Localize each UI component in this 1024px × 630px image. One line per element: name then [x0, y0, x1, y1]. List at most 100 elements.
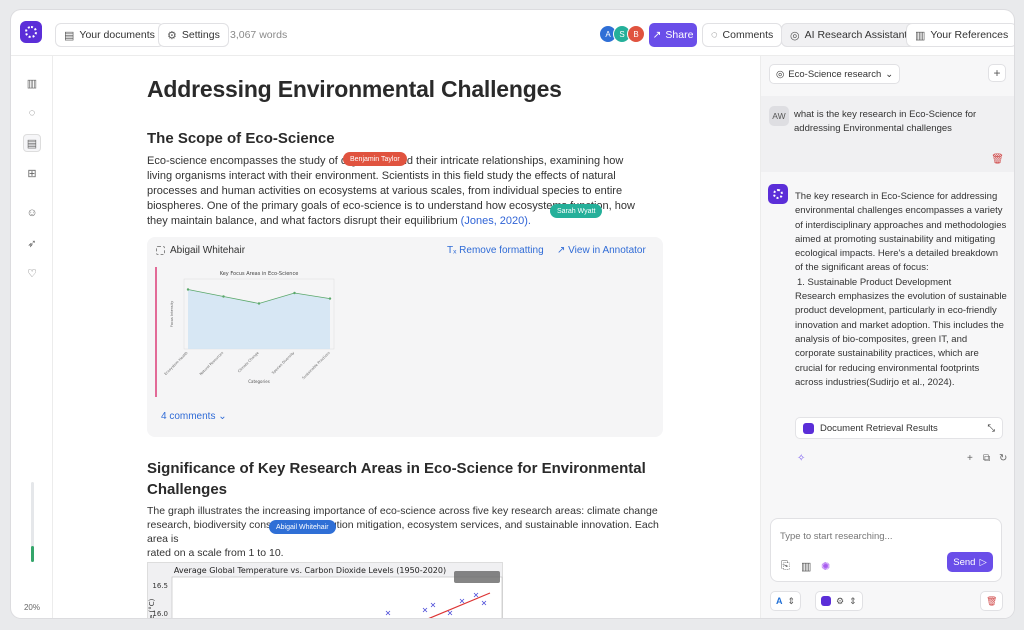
- rocket-icon[interactable]: ➶: [23, 234, 41, 252]
- citation-link[interactable]: (Jones, 2020).: [461, 215, 531, 227]
- x-tick-label: Natural Resources: [199, 351, 225, 377]
- retrieval-icon: [803, 422, 814, 434]
- collection-select[interactable]: ◎ Eco-Science research ⌄: [769, 64, 901, 84]
- copy-icon[interactable]: ⧉: [983, 453, 990, 464]
- library-icon[interactable]: ▥: [801, 560, 811, 573]
- progress-bar: [31, 482, 34, 562]
- ai-research-assistant-button[interactable]: ◎ AI Research Assistant: [781, 23, 917, 47]
- temperature-co2-plot: Average Global Temperature vs. Carbon Di…: [148, 566, 503, 618]
- avatar[interactable]: B: [627, 25, 645, 43]
- chart-title: Key Focus Areas in Eco-Science: [220, 271, 299, 277]
- x-tick-label: Ecosystem Health: [164, 351, 189, 376]
- text-line: living organisms interact with their env…: [147, 170, 616, 182]
- apps-icon[interactable]: ⊞: [23, 164, 41, 182]
- sparkle-icon[interactable]: ✺: [821, 560, 830, 573]
- ai-assistant-panel: ◎ Eco-Science research ⌄ + AW what is th…: [760, 56, 1014, 618]
- x-tick-label: Climate Change: [237, 351, 260, 374]
- gear-icon: ⚙: [836, 595, 845, 606]
- data-point: [222, 295, 225, 298]
- your-documents-button[interactable]: ▤ Your documents: [55, 23, 164, 47]
- trash-icon[interactable]: 🗑: [991, 154, 1004, 165]
- external-link-icon: ↗: [557, 245, 566, 256]
- plot-toolbar[interactable]: [454, 571, 500, 583]
- research-input[interactable]: Type to start researching...: [780, 531, 892, 542]
- assistant-avatar: [768, 184, 788, 204]
- text-line: research, biodiversity conservation, pol…: [147, 519, 659, 545]
- chevron-updown-icon: ⇕: [849, 595, 857, 606]
- sparkle-icon[interactable]: ✧: [797, 453, 805, 464]
- text-line: Eco-science encompasses the study of org…: [147, 155, 624, 167]
- user-question: what is the key research in Eco-Science …: [794, 109, 977, 134]
- app-window: ▤ Your documents ⚙ Settings 3,067 words …: [11, 10, 1014, 618]
- share-icon: ↗: [652, 29, 662, 41]
- series-area: [188, 289, 330, 349]
- share-button[interactable]: ↗ Share: [649, 23, 697, 47]
- collapse-icon[interactable]: ⤡: [987, 423, 995, 434]
- comments-button[interactable]: ◌ Comments: [702, 23, 783, 47]
- chat-icon[interactable]: ◌: [23, 104, 41, 122]
- assistant-settings-selector[interactable]: ⚙ ⇕: [815, 591, 863, 611]
- document-icon: ▤: [64, 29, 75, 42]
- library-icon: ▥: [915, 29, 926, 42]
- collaborator-cursor-tag: Sarah Wyatt: [550, 204, 603, 218]
- gear-icon: ⚙: [167, 29, 177, 42]
- assistant-icon: ◎: [790, 29, 800, 42]
- progress-label: 20%: [23, 603, 40, 612]
- app-logo[interactable]: [20, 21, 42, 43]
- comments-link[interactable]: 4 comments ⌄: [161, 411, 227, 422]
- focus-areas-chart: Key Focus Areas in Eco-Science Ecosystem …: [164, 271, 335, 384]
- section-heading: The Scope of Eco-Science: [147, 130, 335, 147]
- document-icon[interactable]: ▤: [23, 134, 41, 152]
- clear-format-icon: Tₓ: [447, 245, 457, 256]
- document-retrieval-results[interactable]: Document Retrieval Results ⤡: [795, 417, 1003, 439]
- page-title: Addressing Environmental Challenges: [147, 76, 562, 102]
- heart-icon[interactable]: ♡: [23, 264, 41, 282]
- y-axis-label: e (°C): [148, 598, 156, 618]
- selection-icon: [156, 246, 165, 255]
- x-axis-label: Categories: [248, 379, 270, 384]
- chevron-down-icon: ⌄: [885, 68, 894, 80]
- paragraph[interactable]: The graph illustrates the increasing imp…: [147, 504, 677, 560]
- send-icon: ▷: [979, 556, 987, 568]
- annotation-marker: [155, 267, 157, 397]
- view-in-annotator-link[interactable]: ↗ View in Annotator: [557, 245, 646, 256]
- annotation-author: Abigail Whitehair: [156, 245, 245, 256]
- data-point: [186, 288, 190, 291]
- x-tick-label: Sustainable Practices: [301, 351, 330, 380]
- model-icon: A: [776, 596, 783, 606]
- progress-fill: [31, 546, 34, 562]
- assistant-icon: [821, 596, 831, 606]
- collection-icon: ◎: [776, 68, 785, 80]
- figure-title: Average Global Temperature vs. Carbon Di…: [174, 566, 446, 575]
- user-message: AW what is the key research in Eco-Scien…: [761, 96, 1014, 172]
- plus-icon[interactable]: +: [967, 453, 973, 464]
- attach-icon[interactable]: ⎘: [781, 560, 790, 573]
- annotation-card[interactable]: Abigail Whitehair Tₓ Remove formatting ↗…: [147, 237, 663, 437]
- chevron-down-icon: ⌄: [218, 411, 227, 422]
- model-selector[interactable]: A ⇕: [770, 591, 802, 611]
- clear-chat-button[interactable]: 🗑: [980, 591, 1004, 611]
- text-line: The graph illustrates the increasing imp…: [147, 505, 658, 517]
- data-point: [257, 302, 261, 305]
- temperature-co2-figure[interactable]: Average Global Temperature vs. Carbon Di…: [147, 562, 503, 618]
- avatar: AW: [769, 106, 789, 126]
- word-count: 3,067 words: [230, 29, 288, 41]
- your-references-button[interactable]: ▥ Your References: [906, 23, 1014, 47]
- library-icon[interactable]: ▥: [23, 74, 41, 92]
- text-line: processes and human activities on ecosys…: [147, 185, 623, 197]
- send-button[interactable]: Send ▷: [947, 552, 993, 572]
- plus-icon: +: [993, 66, 1001, 80]
- new-chat-button[interactable]: +: [988, 64, 1006, 82]
- document-editor[interactable]: Addressing Environmental Challenges The …: [53, 56, 759, 618]
- retry-icon[interactable]: ↻: [999, 453, 1007, 464]
- section-heading: Significance of Key Research Areas in Ec…: [147, 460, 646, 498]
- research-composer[interactable]: Type to start researching... ⎘ ▥ ✺ Send …: [770, 518, 1002, 582]
- users-icon[interactable]: ☺: [23, 204, 41, 222]
- y-tick: 16.5: [152, 582, 168, 590]
- trash-icon: 🗑: [986, 595, 998, 606]
- settings-button[interactable]: ⚙ Settings: [158, 23, 229, 47]
- top-bar: ▤ Your documents ⚙ Settings 3,067 words …: [11, 10, 1014, 56]
- left-rail: ▥ ◌ ▤ ⊞ ☺ ➶ ♡ 20% AW: [11, 56, 53, 618]
- remove-formatting-button[interactable]: Tₓ Remove formatting: [447, 245, 544, 256]
- data-point: [328, 297, 332, 300]
